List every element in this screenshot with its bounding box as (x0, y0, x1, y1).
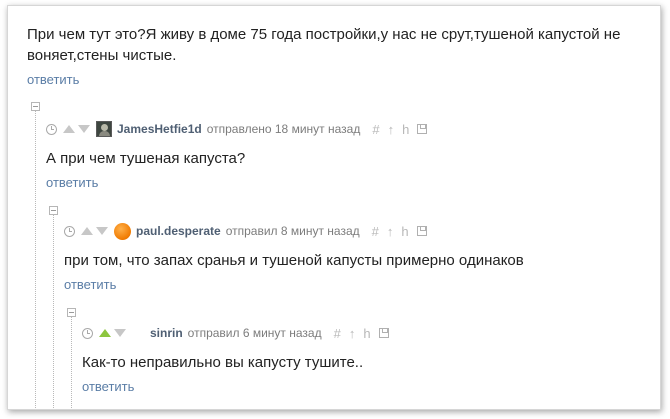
branch-icon[interactable]: h (402, 122, 409, 137)
top-comment-reply-link[interactable]: ответить (27, 72, 79, 87)
collapse-toggle-2[interactable] (49, 206, 58, 215)
parent-link-icon[interactable]: ↑ (387, 224, 394, 239)
parent-link-icon[interactable]: ↑ (388, 122, 395, 137)
thread-line-level-2 (53, 214, 54, 409)
hash-link-icon[interactable]: # (372, 122, 379, 137)
save-icon[interactable] (417, 124, 428, 134)
save-icon[interactable] (416, 226, 427, 236)
downvote-icon[interactable] (78, 125, 90, 133)
clock-icon[interactable] (82, 327, 93, 339)
comment-text: Как-то неправильно вы капусту тушите.. (82, 354, 364, 371)
comment-meta: sinrin отправил 6 минут назад # ↑ h (82, 324, 389, 342)
top-comment-text: При чем тут это?Я живу в доме 75 года по… (27, 26, 621, 64)
downvote-icon[interactable] (96, 227, 108, 235)
upvote-icon[interactable] (99, 329, 111, 337)
thread-line-level-3 (71, 316, 72, 409)
comment-text: при том, что запах сранья и тушеной капу… (64, 252, 524, 269)
avatar[interactable] (114, 222, 131, 240)
branch-icon[interactable]: h (363, 326, 370, 341)
clock-icon[interactable] (46, 123, 57, 135)
thread-line-level-1 (35, 110, 36, 409)
avatar[interactable] (96, 121, 112, 137)
branch-icon[interactable]: h (401, 224, 408, 239)
comment-timestamp: отправлено 18 минут назад (206, 122, 361, 136)
comment-text: А при чем тушеная капуста? (46, 150, 246, 167)
comment-meta: paul.desperate отправил 8 минут назад # … (64, 222, 427, 240)
parent-link-icon[interactable]: ↑ (349, 326, 356, 341)
username[interactable]: JamesHetfie1d (117, 122, 202, 136)
collapse-toggle-3[interactable] (67, 308, 76, 317)
collapse-toggle-1[interactable] (31, 102, 40, 111)
comment-reply-link[interactable]: ответить (46, 175, 98, 190)
username[interactable]: sinrin (150, 326, 183, 340)
downvote-icon[interactable] (114, 329, 126, 337)
comment-timestamp: отправил 6 минут назад (187, 326, 322, 340)
save-icon[interactable] (378, 328, 389, 338)
comment-thread-panel: При чем тут это?Я живу в доме 75 года по… (7, 5, 661, 410)
comment-timestamp: отправил 8 минут назад (225, 224, 360, 238)
comment-meta: JamesHetfie1d отправлено 18 минут назад … (46, 120, 428, 138)
hash-link-icon[interactable]: # (372, 224, 379, 239)
username[interactable]: paul.desperate (136, 224, 221, 238)
hash-link-icon[interactable]: # (334, 326, 341, 341)
comment-reply-link[interactable]: ответить (82, 379, 134, 394)
upvote-icon[interactable] (63, 125, 75, 133)
clock-icon[interactable] (64, 225, 75, 237)
comment-reply-link[interactable]: ответить (64, 277, 116, 292)
upvote-icon[interactable] (81, 227, 93, 235)
